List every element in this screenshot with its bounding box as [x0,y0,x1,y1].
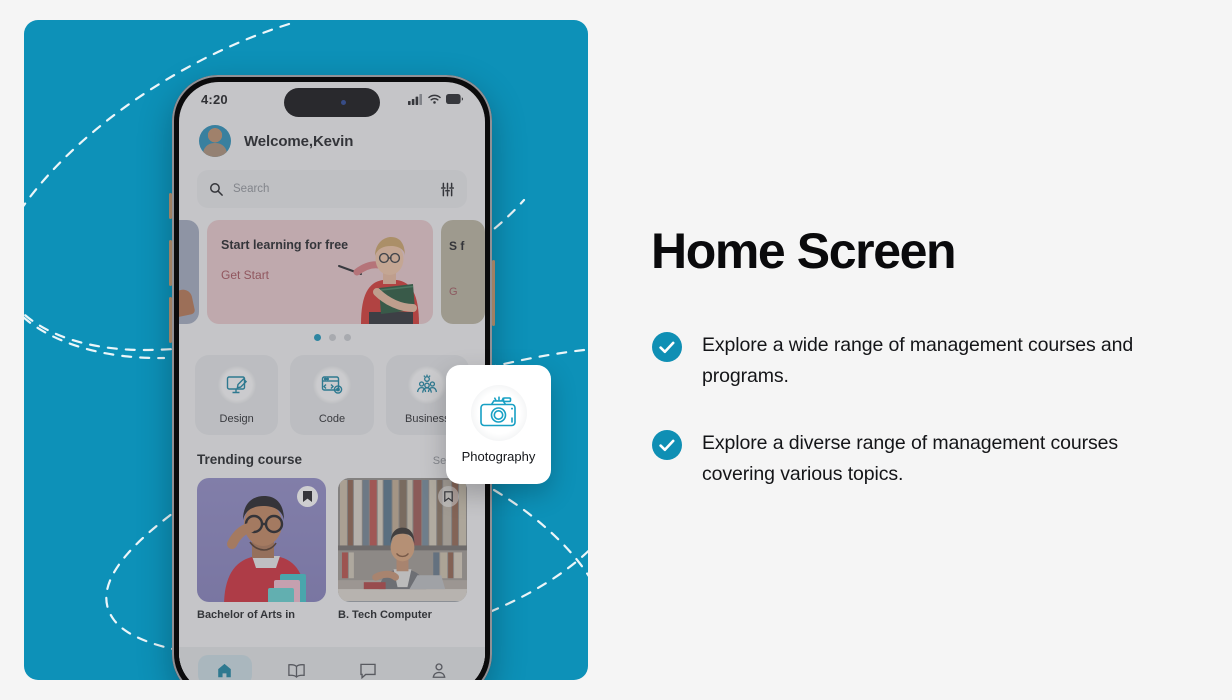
bottom-navigation [179,647,485,680]
home-icon [218,663,232,677]
slide-root: 4:20 Welcome,Kevin Search Start learning… [0,0,1232,700]
feature-text: Explore a diverse range of management co… [702,432,1119,485]
list-item: Explore a wide range of management cours… [652,330,1152,392]
phone-mockup: 4:20 Welcome,Kevin Search Start learning… [169,75,495,680]
trending-title: Trending course [197,452,303,467]
course-title: Bachelor of Arts in [197,609,295,621]
course-card[interactable]: Bachelor of Arts in [197,478,326,621]
category-row: Design Code Business [179,341,485,435]
category-label: Business [405,412,450,425]
camera-icon [470,385,527,441]
page-title: Home Screen [651,223,957,279]
course-title: B. Tech Computer [338,609,432,621]
dynamic-island [284,88,380,117]
bookmark-outline-icon[interactable] [438,486,459,507]
book-icon [288,663,305,678]
trending-course-list: Bachelor of Arts in B. Tech Computer [179,467,485,621]
code-window-gear-icon [312,365,351,404]
check-circle-icon [652,332,682,362]
business-people-icon [408,365,447,404]
category-code[interactable]: Code [290,355,374,435]
category-label: Design [219,412,254,425]
teacher-illustration [338,237,419,324]
search-icon [210,183,223,196]
nav-item-home[interactable] [197,655,252,680]
promo-card-active[interactable]: Start learning for free Get Start [207,220,433,324]
avatar[interactable] [199,125,231,157]
phone-power-button[interactable] [492,260,495,326]
carousel-dot-3[interactable] [343,334,351,341]
carousel-pagination[interactable] [179,334,485,341]
wifi-icon [428,94,441,104]
phone-mute-switch[interactable] [169,193,172,219]
description-panel: Home Screen Explore a wide range of mana… [651,0,1211,700]
bookmark-filled-icon[interactable] [297,486,318,507]
promo-card-next[interactable]: S f G [441,220,485,324]
status-bar: 4:20 [179,82,485,117]
category-design[interactable]: Design [195,355,279,435]
design-monitor-pen-icon [217,365,256,404]
trending-header: Trending course See All [179,435,485,467]
filter-sliders-icon[interactable] [440,182,455,197]
list-item: Explore a diverse range of management co… [652,428,1152,490]
battery-icon [446,94,463,104]
search-section: Search [179,157,485,208]
promo-next-cta: G [449,286,458,298]
phone-volume-down-button[interactable] [169,297,172,343]
promo-next-title: S f [449,239,465,253]
course-card[interactable]: B. Tech Computer [338,478,467,621]
check-circle-icon [652,430,682,460]
phone-screen: 4:20 Welcome,Kevin Search Start learning… [179,82,485,680]
app-header: Welcome,Kevin [179,116,485,157]
nav-item-library[interactable] [269,655,323,680]
phone-volume-up-button[interactable] [169,240,172,286]
promo-card-previous[interactable] [179,220,199,324]
teal-showcase-panel: 4:20 Welcome,Kevin Search Start learning… [24,20,588,680]
course-thumbnail [338,478,467,602]
carousel-dot-2[interactable] [328,334,336,341]
category-label: Code [318,412,346,425]
chat-icon [360,663,376,679]
feature-text: Explore a wide range of management cours… [702,334,1134,387]
search-bar[interactable]: Search [197,170,467,208]
profile-icon [432,662,446,678]
nav-item-messages[interactable] [341,655,395,680]
carousel-dot-1[interactable] [313,334,321,341]
photography-label: Photography [461,449,536,464]
front-camera-icon [340,100,346,105]
cellular-signal-icon [408,93,422,105]
search-input[interactable]: Search [233,183,430,195]
feature-list: Explore a wide range of management cours… [652,330,1152,526]
photography-category-card[interactable]: Photography [446,365,551,484]
course-thumbnail [197,478,326,602]
nav-item-profile[interactable] [412,655,466,680]
status-time: 4:20 [201,91,228,107]
welcome-greeting: Welcome,Kevin [244,132,354,150]
promo-carousel: Start learning for free Get Start S f G [179,220,485,324]
